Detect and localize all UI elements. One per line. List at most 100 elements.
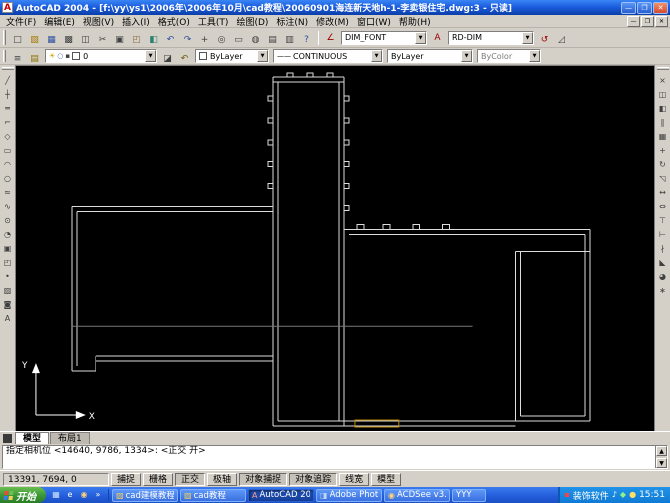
toolbar-grip[interactable] [3, 30, 6, 45]
menu-modify[interactable]: 修改(M) [312, 18, 353, 28]
menu-file[interactable]: 文件(F) [2, 18, 40, 28]
dim-style-combo[interactable]: DIM_FONT ▼ [341, 31, 427, 45]
quick-launch-chevron-icon[interactable]: » [92, 489, 104, 501]
task-cad-tutorial-folder[interactable]: ▨cad教程 [180, 489, 246, 502]
linetype-combo[interactable]: —— CONTINUOUS ▼ [273, 49, 383, 63]
draw-ellipse-icon[interactable]: ⊙ [1, 213, 15, 227]
save-icon[interactable]: ▦ [43, 33, 60, 48]
modify-mirror-icon[interactable]: ◧ [656, 101, 670, 115]
modify-explode-icon[interactable]: ∗ [656, 283, 670, 297]
modify-offset-icon[interactable]: ∥ [656, 115, 670, 129]
modify-erase-icon[interactable]: × [656, 73, 670, 87]
tray-shield-icon[interactable]: ◆ [620, 489, 626, 501]
task-autocad[interactable]: AAutoCAD 200.. [248, 489, 314, 502]
minimize-button[interactable]: — [621, 2, 636, 14]
draw-ellipse-arc-icon[interactable]: ◔ [1, 227, 15, 241]
draw-mtext-icon[interactable]: A [1, 311, 15, 325]
mdi-close-button[interactable]: ✕ [655, 16, 668, 27]
modify-trim-icon[interactable]: ⊤ [656, 213, 670, 227]
modify-copy-icon[interactable]: ◫ [656, 87, 670, 101]
layers-dialog-icon[interactable]: ▤ [26, 51, 43, 66]
menu-view[interactable]: 视图(V) [79, 18, 118, 28]
dim-edit-icon[interactable]: ◿ [553, 33, 570, 48]
cut-icon[interactable]: ✂ [94, 33, 111, 48]
coordinate-display[interactable]: 13391, 7694, 0 [3, 473, 109, 486]
menu-dimension[interactable]: 标注(N) [272, 18, 312, 28]
draw-polyline-icon[interactable]: ⌐ [1, 115, 15, 129]
status-lwt-toggle[interactable]: 线宽 [339, 473, 369, 486]
status-snap-toggle[interactable]: 捕捉 [111, 473, 141, 486]
chevron-down-icon[interactable]: ▼ [257, 50, 268, 62]
help-icon[interactable]: ? [298, 33, 315, 48]
modify-extend-icon[interactable]: ⊢ [656, 227, 670, 241]
scroll-up-icon[interactable]: ▲ [656, 446, 667, 456]
task-photoshop[interactable]: ◨Adobe Photo.. [316, 489, 382, 502]
command-history[interactable]: 指定相机位 <14640, 9786, 1334>: <正交 开> [3, 446, 655, 468]
draw-mline-icon[interactable]: ═ [1, 101, 15, 115]
lineweight-combo[interactable]: ByLayer ▼ [387, 49, 473, 63]
layer-on-icon[interactable]: ☀ [49, 52, 55, 60]
modify-chamfer-icon[interactable]: ◣ [656, 255, 670, 269]
modify-stretch-icon[interactable]: ↔ [656, 185, 670, 199]
chevron-down-icon[interactable]: ▼ [145, 50, 156, 62]
mdi-minimize-button[interactable]: — [627, 16, 640, 27]
draw-spline-icon[interactable]: ∿ [1, 199, 15, 213]
tray-message-icon[interactable]: ● [629, 489, 636, 501]
plotstyle-combo[interactable]: ByColor ▼ [477, 49, 541, 63]
modify-array-icon[interactable]: ▦ [656, 129, 670, 143]
close-button[interactable]: ✕ [653, 2, 668, 14]
draw-polygon-icon[interactable]: ◇ [1, 129, 15, 143]
zoom-window-icon[interactable]: ▭ [230, 33, 247, 48]
draw-hatch-icon[interactable]: ▨ [1, 283, 15, 297]
chevron-down-icon[interactable]: ▼ [522, 32, 533, 44]
zoom-realtime-icon[interactable]: ◎ [213, 33, 230, 48]
tray-app-icon[interactable]: ▪ [564, 489, 569, 501]
drawing-canvas[interactable]: Y X [15, 65, 655, 431]
menu-window[interactable]: 窗口(W) [353, 18, 395, 28]
layer-freeze-icon[interactable]: ○ [57, 52, 63, 60]
toolbar-grip[interactable] [657, 67, 669, 70]
menu-format[interactable]: 格式(O) [154, 18, 194, 28]
draw-circle-icon[interactable]: ○ [1, 171, 15, 185]
chevron-down-icon[interactable]: ▼ [529, 50, 540, 62]
layer-lock-icon[interactable]: ▪ [65, 52, 70, 60]
dim-update-icon[interactable]: ↺ [536, 33, 553, 48]
modify-rotate-icon[interactable]: ↻ [656, 157, 670, 171]
status-grid-toggle[interactable]: 栅格 [143, 473, 173, 486]
make-object-layer-icon[interactable]: ◪ [159, 51, 176, 66]
toolbar-grip[interactable] [2, 67, 14, 70]
chevron-down-icon[interactable]: ▼ [415, 32, 426, 44]
status-osnap-toggle[interactable]: 对象捕捉 [239, 473, 287, 486]
mdi-restore-button[interactable]: ❐ [641, 16, 654, 27]
status-otrack-toggle[interactable]: 对象追踪 [289, 473, 337, 486]
modify-move-icon[interactable]: + [656, 143, 670, 157]
color-combo[interactable]: ByLayer ▼ [195, 49, 269, 63]
draw-line-icon[interactable]: ╱ [1, 73, 15, 87]
draw-xline-icon[interactable]: ┼ [1, 87, 15, 101]
chevron-down-icon[interactable]: ▼ [461, 50, 472, 62]
menu-help[interactable]: 帮助(H) [395, 18, 435, 28]
menu-tools[interactable]: 工具(T) [194, 18, 233, 28]
layer-properties-icon[interactable]: ≡ [9, 51, 26, 66]
start-button[interactable]: 开始 [0, 487, 46, 503]
designcenter-icon[interactable]: ▥ [281, 33, 298, 48]
media-player-icon[interactable]: ◉ [78, 489, 90, 501]
modify-break-icon[interactable]: ∤ [656, 241, 670, 255]
draw-revcloud-icon[interactable]: ≈ [1, 185, 15, 199]
layer-previous-icon[interactable]: ↶ [176, 51, 193, 66]
tab-scroll-control[interactable] [3, 434, 12, 443]
plot-preview-icon[interactable]: ◫ [77, 33, 94, 48]
toolbar-grip[interactable] [3, 50, 6, 63]
task-cad-modeling-folder[interactable]: ▨cad建模教程 [112, 489, 178, 502]
restore-button[interactable]: ❐ [637, 2, 652, 14]
plot-icon[interactable]: ▩ [60, 33, 77, 48]
draw-rectangle-icon[interactable]: ▭ [1, 143, 15, 157]
modify-fillet-icon[interactable]: ◕ [656, 269, 670, 283]
pan-icon[interactable]: + [196, 33, 213, 48]
status-polar-toggle[interactable]: 极轴 [207, 473, 237, 486]
modify-scale-icon[interactable]: ◹ [656, 171, 670, 185]
draw-make-block-icon[interactable]: ◰ [1, 255, 15, 269]
tray-volume-icon[interactable]: ♪ [612, 489, 617, 501]
modify-lengthen-icon[interactable]: ⇔ [656, 199, 670, 213]
draw-point-icon[interactable]: • [1, 269, 15, 283]
